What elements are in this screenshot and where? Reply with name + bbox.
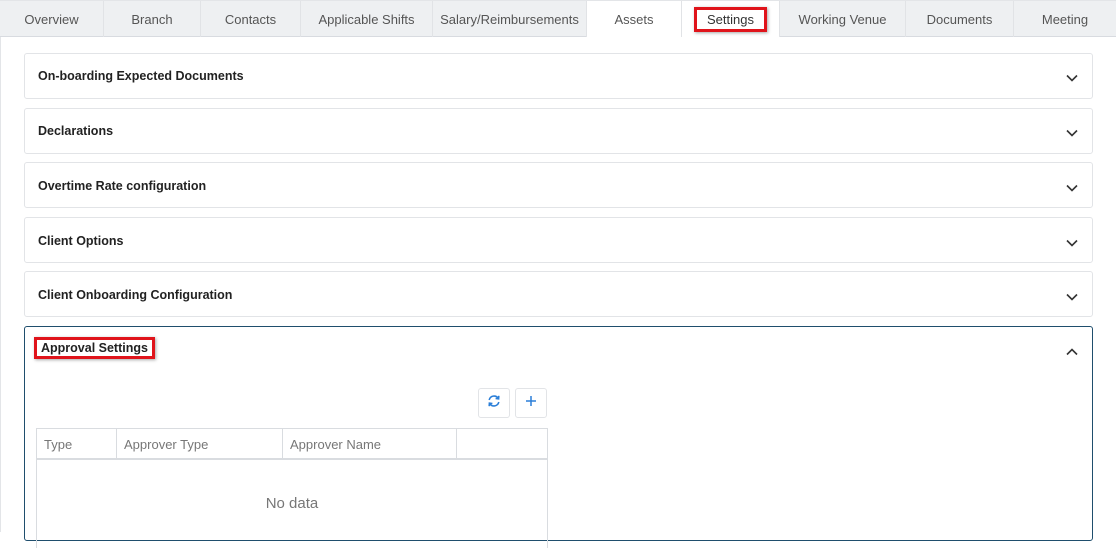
approval-grid: Type Approver Type Approver Name No data [36,428,548,548]
panel-title: Client Options [38,234,124,248]
tab-working-venue[interactable]: Working Venue [780,1,906,37]
column-header-actions [457,429,547,459]
tab-label: Documents [926,11,993,27]
panel-approval-settings: Approval Settings Type Approver Type App… [24,326,1093,548]
panel-title[interactable]: Approval Settings [34,337,155,359]
chevron-up-icon[interactable] [1065,345,1079,359]
tab-label: Working Venue [798,11,887,27]
refresh-icon [487,394,501,413]
panel-client-onboarding-configuration[interactable]: Client Onboarding Configuration [24,271,1093,317]
chevron-down-icon[interactable] [1065,71,1079,85]
column-header-label: Approver Type [124,436,209,452]
tab-contacts[interactable]: Contacts [201,1,301,37]
panel-declarations[interactable]: Declarations [24,108,1093,154]
panel-title: Declarations [38,124,114,138]
settings-content: On-boarding Expected Documents Declarati… [0,37,1116,548]
tab-label: Assets [614,11,654,27]
tab-settings[interactable]: Settings [682,1,780,37]
panel-title: On-boarding Expected Documents [38,69,244,83]
tab-label: Meeting [1041,11,1089,27]
panel-title: Overtime Rate configuration [38,179,207,193]
column-header-approver-name[interactable]: Approver Name [283,429,457,459]
column-header-label: Type [44,436,73,452]
tab-label: Settings [694,6,767,32]
add-button[interactable] [515,388,547,418]
tab-label: Branch [131,11,173,27]
refresh-button[interactable] [478,388,510,418]
chevron-down-icon[interactable] [1065,126,1079,140]
panel-client-options[interactable]: Client Options [24,217,1093,263]
chevron-down-icon[interactable] [1065,181,1079,195]
empty-state-text: No data [265,495,319,512]
tab-label: Applicable Shifts [318,11,415,27]
tab-label: Salary/Reimbursements [440,11,579,27]
tab-label: Contacts [224,11,277,27]
tab-salary-reimbursements[interactable]: Salary/Reimbursements [433,1,587,37]
tab-overview[interactable]: Overview [0,1,104,37]
column-header-type[interactable]: Type [37,429,117,459]
tab-label: Overview [24,11,79,27]
tab-bar: Overview Branch Contacts Applicable Shif… [0,0,1116,37]
plus-icon [525,394,537,412]
tab-documents[interactable]: Documents [906,1,1014,37]
panel-onboarding-expected-documents[interactable]: On-boarding Expected Documents [24,53,1093,99]
panel-overtime-rate-configuration[interactable]: Overtime Rate configuration [24,162,1093,208]
chevron-down-icon[interactable] [1065,236,1079,250]
tab-applicable-shifts[interactable]: Applicable Shifts [301,1,433,37]
grid-header: Type Approver Type Approver Name [37,429,547,460]
tab-branch[interactable]: Branch [104,1,201,37]
panel-title: Client Onboarding Configuration [38,288,233,302]
tab-meeting[interactable]: Meeting [1014,1,1116,37]
column-header-approver-type[interactable]: Approver Type [117,429,283,459]
chevron-down-icon[interactable] [1065,290,1079,304]
column-header-label: Approver Name [290,436,382,452]
tab-assets[interactable]: Assets [587,1,682,37]
